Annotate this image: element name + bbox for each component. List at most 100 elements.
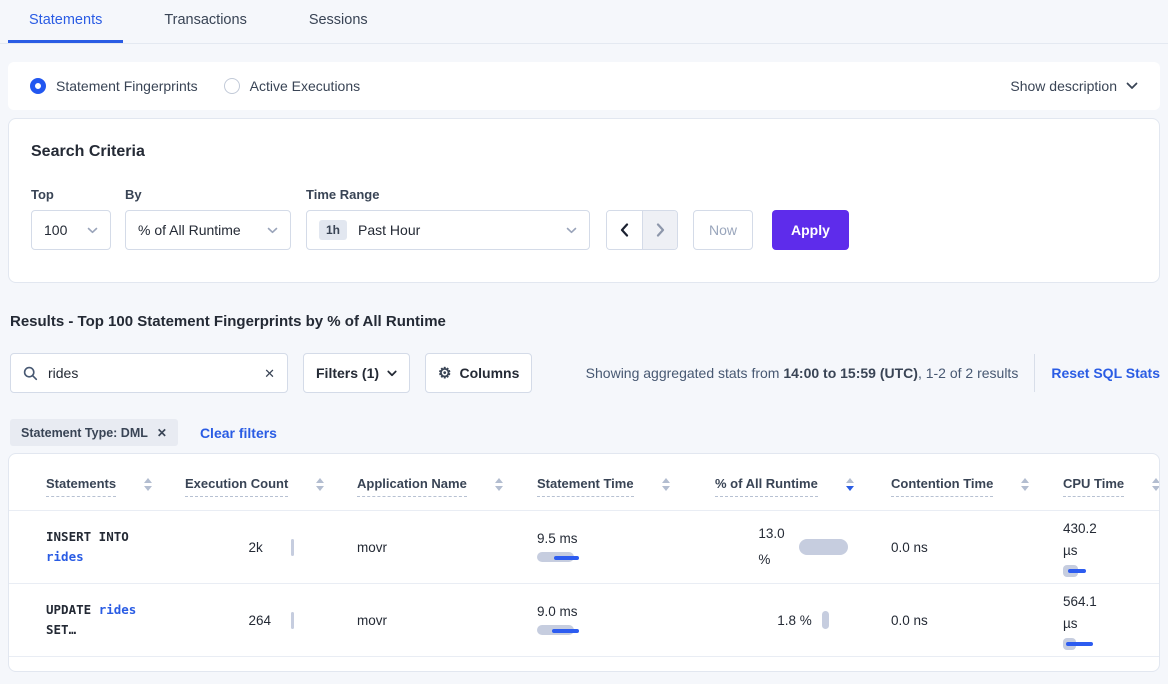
filters-button[interactable]: Filters (1): [303, 353, 410, 393]
tab-transactions[interactable]: Transactions: [143, 0, 267, 43]
header-execution-count[interactable]: Execution Count: [185, 454, 357, 510]
search-criteria-title: Search Criteria: [31, 143, 1137, 161]
chevron-down-icon: [1126, 82, 1138, 90]
radio-label: Active Executions: [250, 78, 361, 94]
header-application-name[interactable]: Application Name: [357, 454, 537, 510]
clear-search-icon[interactable]: ✕: [264, 367, 275, 380]
tab-bar: Statements Transactions Sessions: [0, 0, 1168, 44]
header-label[interactable]: Contention Time: [891, 476, 993, 497]
time-range-value: Past Hour: [358, 222, 420, 238]
sort-icon[interactable]: [495, 478, 503, 491]
contention-time-cell: 0.0 ns: [891, 511, 1063, 583]
execution-count-cell: 2k: [185, 511, 357, 583]
header-statement-time[interactable]: Statement Time: [537, 454, 715, 510]
header-label[interactable]: Execution Count: [185, 476, 288, 497]
show-description-toggle[interactable]: Show description: [1010, 78, 1138, 94]
now-button[interactable]: Now: [693, 210, 753, 250]
cpu-time-unit: µs: [1063, 613, 1078, 635]
chip-close-icon[interactable]: ✕: [157, 426, 167, 440]
statement-search-box: ✕: [10, 353, 288, 393]
statement-link[interactable]: rides: [99, 602, 137, 617]
top-label: Top: [31, 187, 111, 202]
radio-selected-icon: [30, 78, 46, 94]
view-mode-radio-group: Statement Fingerprints Active Executions: [30, 78, 360, 94]
application-name-value: movr: [357, 540, 537, 555]
sort-icon[interactable]: [1152, 478, 1160, 491]
top-select[interactable]: 100: [31, 210, 111, 250]
stats-prefix: Showing aggregated stats from: [586, 365, 784, 381]
radio-active-executions[interactable]: Active Executions: [224, 78, 361, 94]
stats-area: Showing aggregated stats from 14:00 to 1…: [586, 354, 1160, 392]
cpu-time-cell: 564.1 µs: [1063, 584, 1159, 656]
statement-cell: INSERT INTO rides: [9, 511, 185, 583]
runtime-cell: 13.0%: [715, 511, 891, 583]
filters-button-label: Filters (1): [316, 365, 379, 381]
runtime-cell: 1.8 %: [715, 584, 891, 656]
statement-time-cell: 9.0 ms: [537, 584, 715, 656]
execution-count-bar: [291, 612, 294, 629]
gear-icon: ⚙: [438, 366, 451, 381]
prev-range-button[interactable]: [607, 211, 642, 249]
statement-time-value: 9.5 ms: [537, 531, 715, 546]
cpu-time-bar: [1063, 565, 1113, 577]
cpu-time-cell: 430.2 µs: [1063, 511, 1159, 583]
cpu-time-value: 564.1: [1063, 591, 1097, 613]
header-percent-of-all-runtime[interactable]: % of All Runtime: [715, 454, 891, 510]
radio-label: Statement Fingerprints: [56, 78, 198, 94]
time-range-badge: 1h: [319, 220, 347, 240]
by-field: By % of All Runtime: [111, 187, 291, 250]
sort-icon[interactable]: [1021, 478, 1029, 491]
header-label[interactable]: % of All Runtime: [715, 476, 818, 497]
clear-filters-link[interactable]: Clear filters: [200, 425, 277, 441]
header-label[interactable]: Application Name: [357, 476, 467, 497]
header-statements[interactable]: Statements: [9, 454, 185, 510]
columns-button[interactable]: ⚙ Columns: [425, 353, 532, 393]
sort-icon-active-desc[interactable]: [846, 478, 854, 491]
radio-statement-fingerprints[interactable]: Statement Fingerprints: [30, 78, 198, 94]
top-select-value: 100: [44, 222, 67, 238]
sort-icon[interactable]: [662, 478, 670, 491]
application-name-cell: movr: [357, 511, 537, 583]
contention-time-value: 0.0 ns: [891, 540, 1063, 555]
time-range-select[interactable]: 1h Past Hour: [306, 210, 590, 250]
by-select[interactable]: % of All Runtime: [125, 210, 291, 250]
time-range-nav: [606, 210, 678, 250]
header-label[interactable]: Statements: [46, 476, 116, 497]
statement-link[interactable]: rides: [46, 549, 84, 564]
contention-time-value: 0.0 ns: [891, 613, 1063, 628]
sql-text: UPDATE: [46, 602, 91, 617]
statement-time-cell: 9.5 ms: [537, 511, 715, 583]
runtime-value: 1.8 %: [777, 613, 812, 628]
filter-chip-label: Statement Type: DML: [21, 426, 148, 440]
results-controls-row: ✕ Filters (1) ⚙ Columns Showing aggregat…: [10, 353, 1160, 393]
execution-count-value: 264: [249, 613, 291, 628]
header-label[interactable]: Statement Time: [537, 476, 634, 497]
tab-sessions[interactable]: Sessions: [288, 0, 389, 43]
next-range-button[interactable]: [642, 211, 677, 249]
application-name-cell: movr: [357, 584, 537, 656]
by-label: By: [125, 187, 291, 202]
cpu-time-value: 430.2: [1063, 518, 1097, 540]
columns-button-label: Columns: [459, 365, 519, 381]
statement-time-value: 9.0 ms: [537, 604, 715, 619]
runtime-value: 13.0%: [758, 521, 784, 573]
table-header-row: Statements Execution Count Application N…: [9, 454, 1159, 511]
filter-chip-statement-type[interactable]: Statement Type: DML ✕: [10, 419, 178, 446]
apply-button[interactable]: Apply: [772, 210, 849, 250]
sort-icon[interactable]: [144, 478, 152, 491]
search-criteria-form: Top 100 By % of All Runtime Ti: [31, 187, 1137, 250]
search-input[interactable]: [48, 365, 254, 381]
header-cpu-time[interactable]: CPU Time: [1063, 454, 1159, 510]
sort-icon[interactable]: [316, 478, 324, 491]
tab-statements[interactable]: Statements: [8, 0, 123, 43]
chevron-down-icon: [566, 227, 577, 234]
header-label[interactable]: CPU Time: [1063, 476, 1124, 497]
view-mode-band: Statement Fingerprints Active Executions…: [8, 62, 1160, 110]
execution-count-cell: 264: [185, 584, 357, 656]
application-name-value: movr: [357, 613, 537, 628]
sql-text: SET…: [46, 622, 76, 637]
time-range-label: Time Range: [306, 187, 590, 202]
reset-sql-stats-link[interactable]: Reset SQL Stats: [1051, 365, 1160, 381]
table-row: UPDATE rides SET… 264 movr 9.0 ms 1.8 %: [9, 584, 1159, 657]
header-contention-time[interactable]: Contention Time: [891, 454, 1063, 510]
